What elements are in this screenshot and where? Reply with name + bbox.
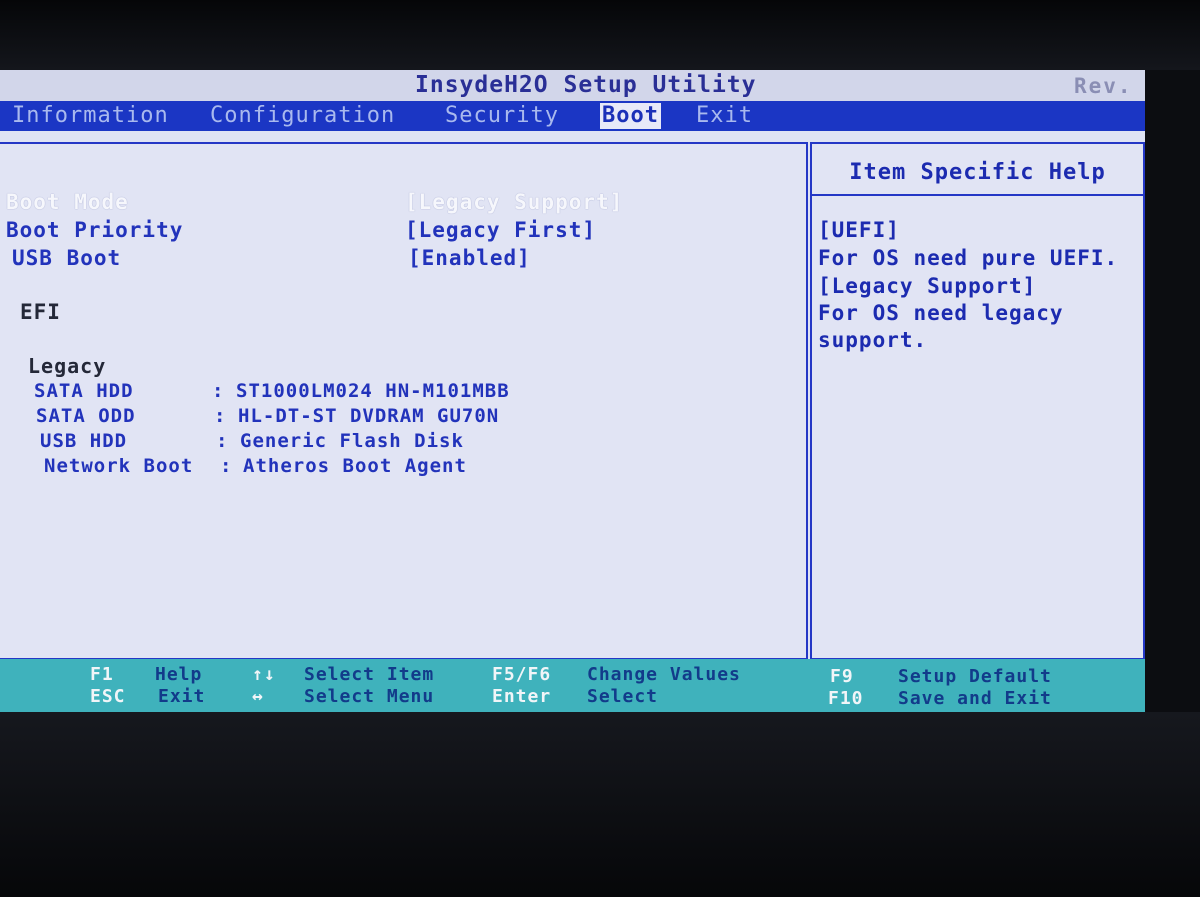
section-legacy: Legacy (28, 354, 107, 378)
help-line: [Legacy Support] (818, 274, 1037, 298)
separator-colon: : (212, 380, 224, 402)
menu-boot[interactable]: Boot (600, 103, 661, 129)
arrow-up-down-icon: ↑↓ (252, 664, 276, 685)
key-legend-footer: F1 Help ↑↓ Select Item F5/F6 Change Valu… (0, 659, 1145, 712)
key-f9: F9 (830, 666, 854, 687)
setting-label-boot-priority[interactable]: Boot Priority (6, 218, 183, 242)
key-desc-save-and-exit: Save and Exit (898, 688, 1052, 709)
key-esc: ESC (90, 686, 126, 707)
menu-bar: Information Configuration Security Boot … (0, 101, 1145, 131)
device-name-sata-odd[interactable]: HL-DT-ST DVDRAM GU70N (238, 405, 499, 427)
help-divider (812, 194, 1143, 196)
setting-value-usb-boot[interactable]: [Enabled] (408, 246, 531, 270)
device-type-network-boot[interactable]: Network Boot (44, 455, 193, 477)
monitor-bezel-bottom (0, 712, 1200, 897)
device-name-network-boot[interactable]: Atheros Boot Agent (243, 455, 467, 477)
help-panel: Item Specific Help [UEFI] For OS need pu… (810, 142, 1145, 660)
help-line: [UEFI] (818, 218, 900, 242)
key-f10: F10 (828, 688, 864, 709)
device-type-sata-odd[interactable]: SATA ODD (36, 405, 136, 427)
key-desc-select: Select (587, 686, 659, 707)
separator-colon: : (214, 405, 226, 427)
key-desc-help: Help (155, 664, 203, 685)
key-desc-change-values: Change Values (587, 664, 741, 685)
title-bar: InsydeH2O Setup Utility Rev. 3.7 (0, 70, 1145, 122)
key-desc-select-item: Select Item (304, 664, 435, 685)
help-line: support. (818, 328, 928, 352)
key-desc-select-menu: Select Menu (304, 686, 435, 707)
help-title: Item Specific Help (849, 160, 1106, 185)
app-title: InsydeH2O Setup Utility (415, 72, 757, 98)
help-line: For OS need legacy (818, 301, 1064, 325)
device-name-sata-hdd[interactable]: ST1000LM024 HN-M101MBB (236, 380, 510, 402)
key-enter: Enter (492, 686, 552, 707)
setting-label-usb-boot[interactable]: USB Boot (12, 246, 121, 270)
menu-configuration[interactable]: Configuration (208, 103, 397, 129)
monitor-bezel-top (0, 0, 1200, 70)
key-desc-setup-default: Setup Default (898, 666, 1052, 687)
menu-security[interactable]: Security (443, 103, 561, 129)
arrow-left-right-icon: ↔ (252, 686, 264, 707)
setting-value-boot-priority[interactable]: [Legacy First] (405, 218, 596, 242)
key-f5-f6: F5/F6 (492, 664, 552, 685)
setting-label-boot-mode[interactable]: Boot Mode (6, 190, 129, 214)
device-name-usb-hdd[interactable]: Generic Flash Disk (240, 430, 464, 452)
key-f1: F1 (90, 664, 114, 685)
section-efi: EFI (20, 300, 61, 324)
menu-information[interactable]: Information (10, 103, 171, 129)
separator-colon: : (216, 430, 228, 452)
key-desc-exit: Exit (158, 686, 206, 707)
device-type-usb-hdd[interactable]: USB HDD (40, 430, 127, 452)
bios-screen: InsydeH2O Setup Utility Rev. 3.7 Informa… (0, 70, 1145, 712)
separator-colon: : (220, 455, 232, 477)
setting-value-boot-mode[interactable]: [Legacy Support] (405, 190, 623, 214)
device-type-sata-hdd[interactable]: SATA HDD (34, 380, 134, 402)
boot-settings-panel: Boot Mode [Legacy Support] Boot Priority… (0, 142, 808, 660)
help-line: For OS need pure UEFI. (818, 246, 1119, 270)
menu-exit[interactable]: Exit (694, 103, 755, 129)
